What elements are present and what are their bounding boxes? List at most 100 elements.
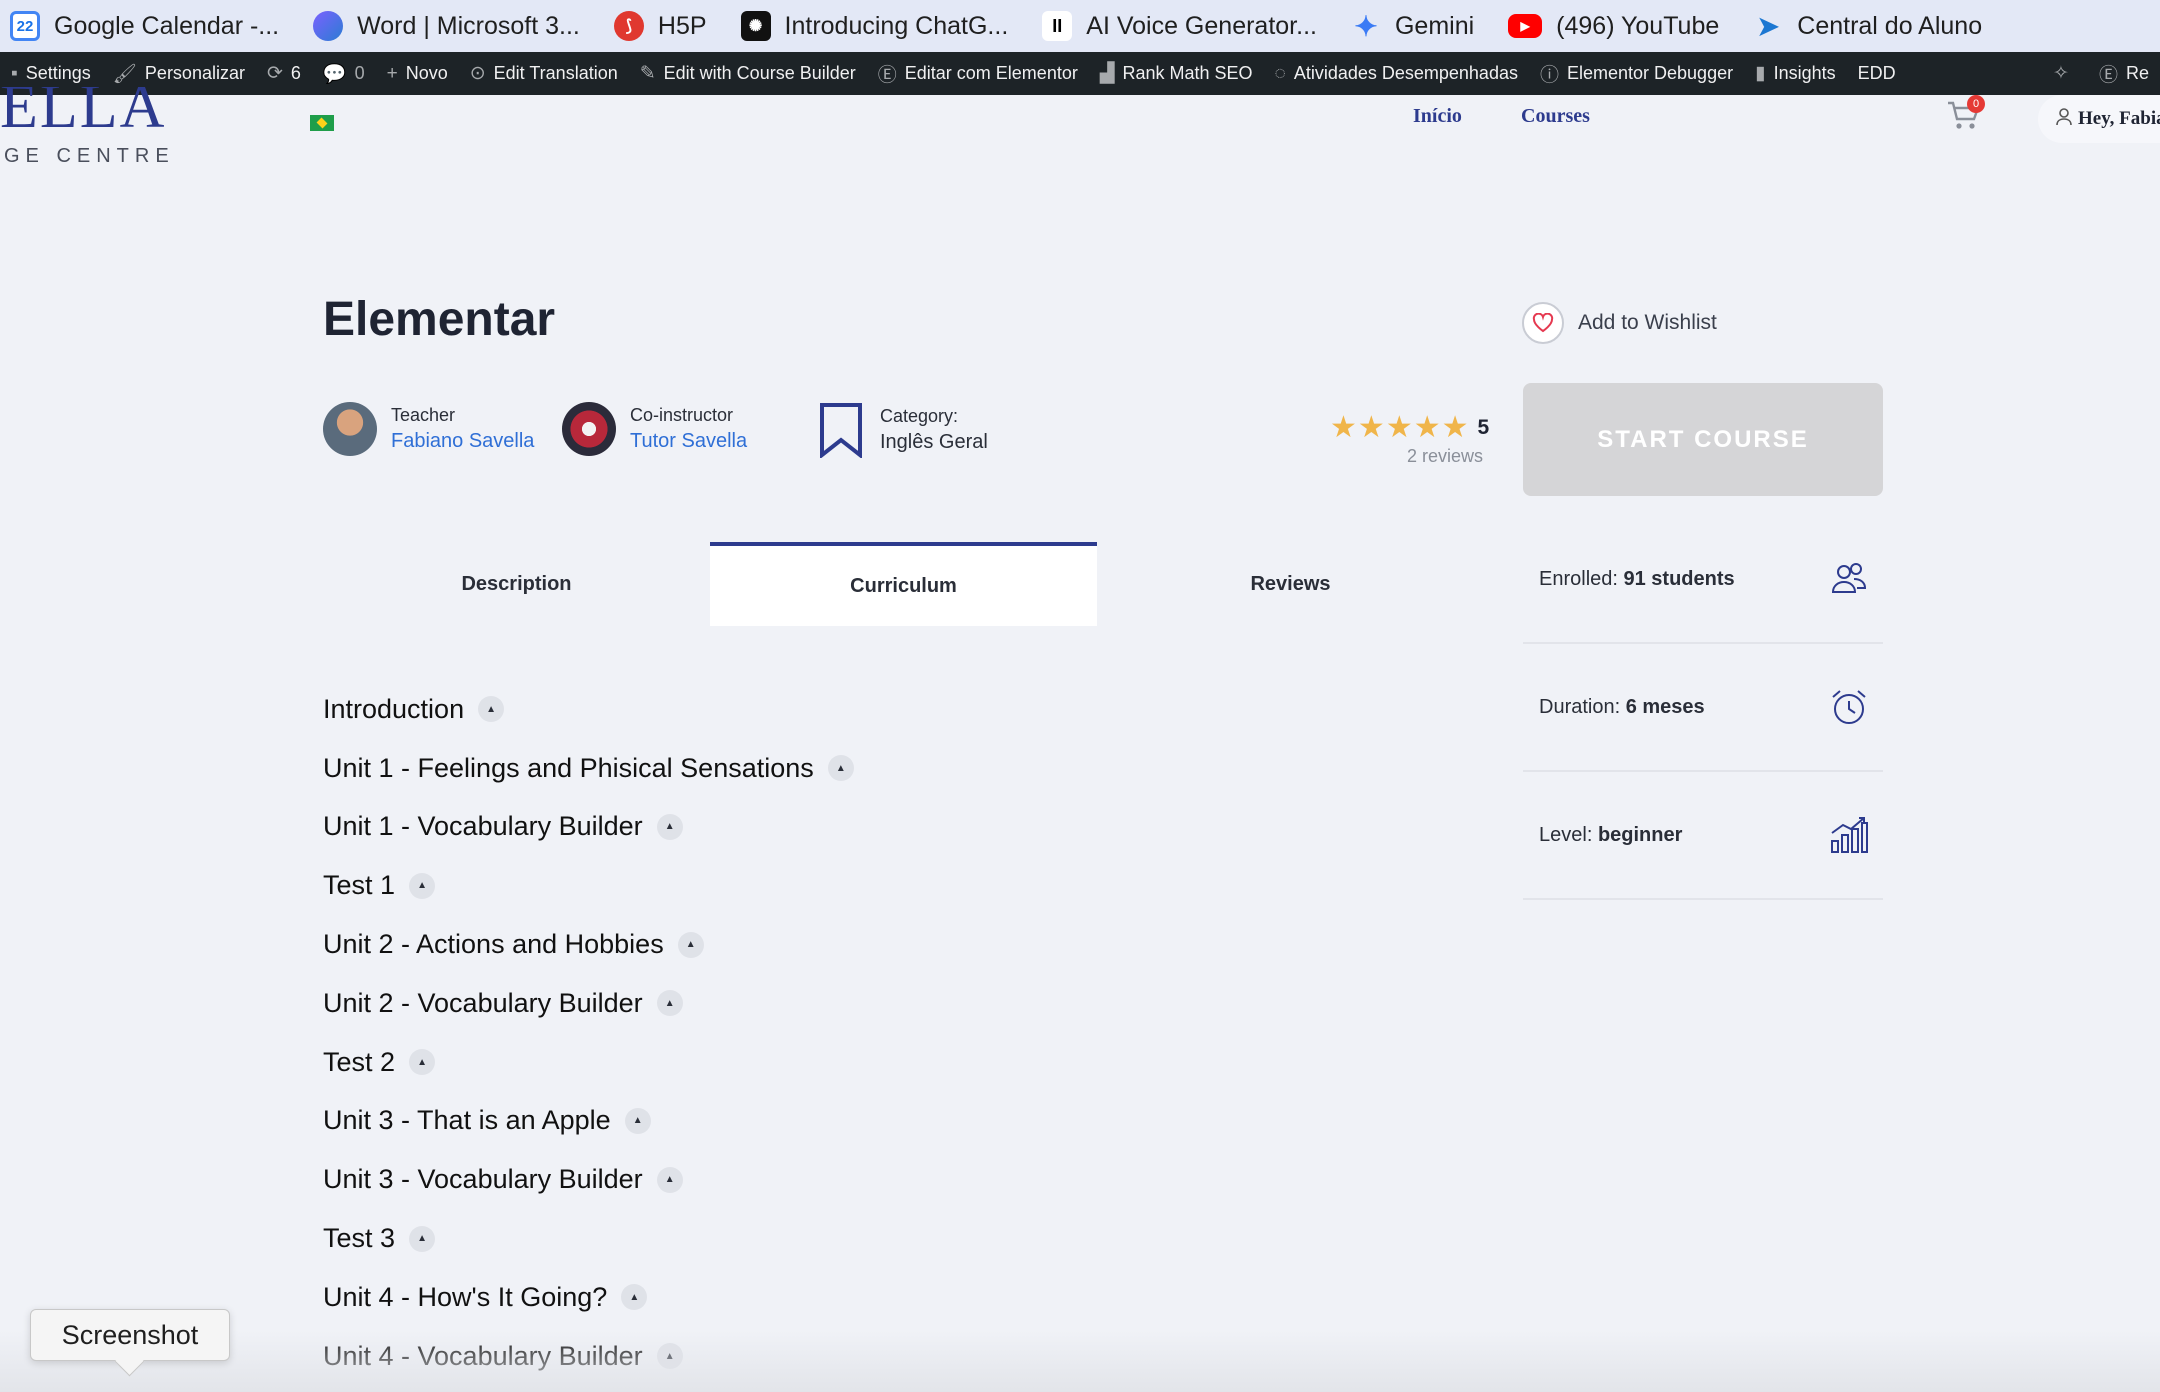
chevron-up-icon[interactable]: ▲ (409, 872, 436, 899)
adminbar-label: 0 (354, 63, 365, 83)
curriculum-section[interactable]: Test 1 ▲ (323, 856, 1423, 915)
bookmark-item[interactable]: 22 Google Calendar -... (10, 0, 279, 52)
adminbar-item[interactable]: 💬 0 (312, 52, 376, 95)
curriculum-list: Introduction ▲ Unit 1 - Feelings and Phisi… (323, 680, 1423, 1386)
comments-icon: 💬 (322, 63, 347, 85)
curriculum-section[interactable]: Unit 4 - Vocabulary Builder ▲ (323, 1327, 1423, 1386)
course-title: Elementar (323, 293, 556, 346)
bookmark-item[interactable]: ✦ Gemini (1351, 0, 1474, 52)
updates-icon: ⟳ (266, 63, 283, 84)
adminbar-item[interactable]: ◌ Atividades Desempenhadas (1264, 52, 1529, 95)
bookmark-item[interactable]: ▶ (496) YouTube (1508, 0, 1719, 52)
elementor-icon: Ⓔ (2098, 65, 2118, 86)
chevron-up-icon[interactable]: ▲ (827, 755, 854, 782)
wishlist-label: Add to Wishlist (1578, 311, 1717, 334)
site-logo[interactable]: ELLA (0, 87, 166, 127)
curriculum-section[interactable]: Unit 2 - Vocabulary Builder ▲ (323, 974, 1423, 1033)
curriculum-section[interactable]: Unit 3 - That is an Apple ▲ (323, 1092, 1423, 1151)
start-course-button[interactable]: START COURSE (1523, 383, 1883, 496)
chevron-up-icon[interactable]: ▲ (656, 813, 683, 840)
category-value[interactable]: Inglês Geral (880, 431, 988, 454)
students-icon (1829, 559, 1869, 599)
bookmark-item[interactable]: ✺ Introducing ChatG... (740, 0, 1009, 52)
level-chart-icon (1829, 815, 1869, 855)
section-title: Unit 4 - Vocabulary Builder (323, 1340, 643, 1371)
curriculum-section[interactable]: Unit 4 - How's It Going? ▲ (323, 1268, 1423, 1327)
adminbar-item[interactable]: Ⓔ Re (2088, 52, 2160, 95)
add-to-wishlist-button[interactable]: Add to Wishlist (1522, 302, 1717, 344)
bookmark-label: (496) YouTube (1556, 11, 1720, 40)
chevron-up-icon[interactable]: ▲ (656, 1343, 683, 1370)
section-title: Unit 2 - Vocabulary Builder (323, 987, 643, 1018)
section-title: Unit 3 - Vocabulary Builder (323, 1164, 643, 1195)
curriculum-section[interactable]: Unit 3 - Vocabulary Builder ▲ (323, 1150, 1423, 1209)
bookmark-item[interactable]: ➤ Central do Aluno (1753, 0, 1982, 52)
adminbar-item[interactable]: ⟳ 6 (256, 52, 312, 95)
bookmark-item[interactable]: ⟆ H5P (613, 0, 707, 52)
adminbar-item[interactable]: ▟ Rank Math SEO (1089, 52, 1264, 95)
star-icon: ★ (1441, 411, 1469, 444)
chevron-up-icon[interactable]: ▲ (409, 1049, 436, 1076)
bookmark-item[interactable]: II AI Voice Generator... (1042, 0, 1317, 52)
reviews-count[interactable]: 2 reviews (1380, 446, 1483, 467)
info-label: Level: beginner (1539, 824, 1682, 847)
teacher-avatar[interactable] (323, 402, 377, 456)
adminbar-item[interactable]: EDD (1847, 52, 1907, 95)
section-title: Test 2 (323, 1046, 396, 1077)
chevron-up-icon[interactable]: ▲ (621, 1284, 648, 1311)
chevron-up-icon[interactable]: ▲ (624, 1107, 651, 1134)
coinstructor-name-link[interactable]: Tutor Savella (630, 430, 747, 453)
bookmark-item[interactable]: Word | Microsoft 3... (313, 0, 580, 52)
curriculum-section[interactable]: Unit 1 - Vocabulary Builder ▲ (323, 798, 1423, 857)
teacher-label: Teacher (391, 405, 456, 425)
coinstructor-label: Co-instructor (630, 405, 734, 425)
user-menu[interactable]: Hey, Fabia (2038, 95, 2160, 143)
bookmark-label: Google Calendar -... (54, 11, 280, 40)
insights-icon: ▮ (1755, 63, 1766, 84)
info-value: 6 meses (1625, 695, 1705, 718)
coinstructor-avatar[interactable] (562, 402, 616, 456)
info-label-text: Duration: (1539, 695, 1621, 718)
bookmark-label: Introducing ChatG... (784, 11, 1009, 40)
curriculum-section[interactable]: Test 2 ▲ (323, 1033, 1423, 1092)
gemini-icon: ✦ (1354, 10, 1378, 42)
nav-link-inicio[interactable]: Início (1413, 105, 1462, 128)
category-info: Category: Inglês Geral (818, 402, 988, 458)
info-label: Enrolled: 91 students (1539, 568, 1735, 591)
tab-description[interactable]: Description (323, 542, 710, 626)
curriculum-section[interactable]: Unit 2 - Actions and Hobbies ▲ (323, 915, 1423, 974)
chevron-up-icon[interactable]: ▲ (677, 931, 704, 958)
curriculum-section[interactable]: Unit 1 - Feelings and Phisical Sensation… (323, 739, 1423, 798)
pencil-icon: ✎ (639, 63, 656, 84)
adminbar-item[interactable]: ⓘ Elementor Debugger (1529, 52, 1744, 95)
chevron-up-icon[interactable]: ▲ (656, 1166, 683, 1193)
adminbar-item[interactable]: ✎ Edit with Course Builder (629, 52, 867, 95)
adminbar-item[interactable]: ▮ Insights (1744, 52, 1847, 95)
adminbar-label: Settings (25, 63, 91, 83)
info-value: 91 students (1623, 567, 1735, 590)
chevron-up-icon[interactable]: ▲ (656, 990, 683, 1017)
star-icon: ★ (1357, 411, 1385, 444)
adminbar-item[interactable]: ⊙ Edit Translation (459, 52, 629, 95)
site-logo-subtitle: GE CENTRE (4, 145, 175, 167)
chevron-up-icon[interactable]: ▲ (478, 696, 505, 723)
adminbar-item[interactable]: + Novo (376, 52, 459, 95)
chevron-up-icon[interactable]: ▲ (409, 1225, 436, 1252)
info-label: Duration: 6 meses (1539, 696, 1705, 719)
curriculum-section[interactable]: Test 3 ▲ (323, 1209, 1423, 1268)
screenshot-tooltip: Screenshot (30, 1309, 230, 1361)
curriculum-section[interactable]: Introduction ▲ (323, 680, 1423, 739)
section-title: Unit 2 - Actions and Hobbies (323, 929, 664, 960)
sparkle-icon: ✧ (2053, 63, 2069, 84)
adminbar-label: Re (2125, 63, 2149, 83)
adminbar-item[interactable]: Ⓔ Editar com Elementor (867, 52, 1089, 95)
adminbar-item[interactable]: ✧ (2042, 52, 2088, 95)
tab-curriculum[interactable]: Curriculum (710, 542, 1097, 626)
youtube-icon: ▶ (1508, 14, 1543, 38)
brazil-flag-icon[interactable] (310, 115, 334, 131)
plus-icon: + (386, 62, 398, 84)
star-icon: ★ (1385, 411, 1413, 444)
tab-reviews[interactable]: Reviews (1097, 542, 1484, 626)
nav-link-courses[interactable]: Courses (1521, 105, 1590, 128)
teacher-name-link[interactable]: Fabiano Savella (391, 430, 534, 453)
